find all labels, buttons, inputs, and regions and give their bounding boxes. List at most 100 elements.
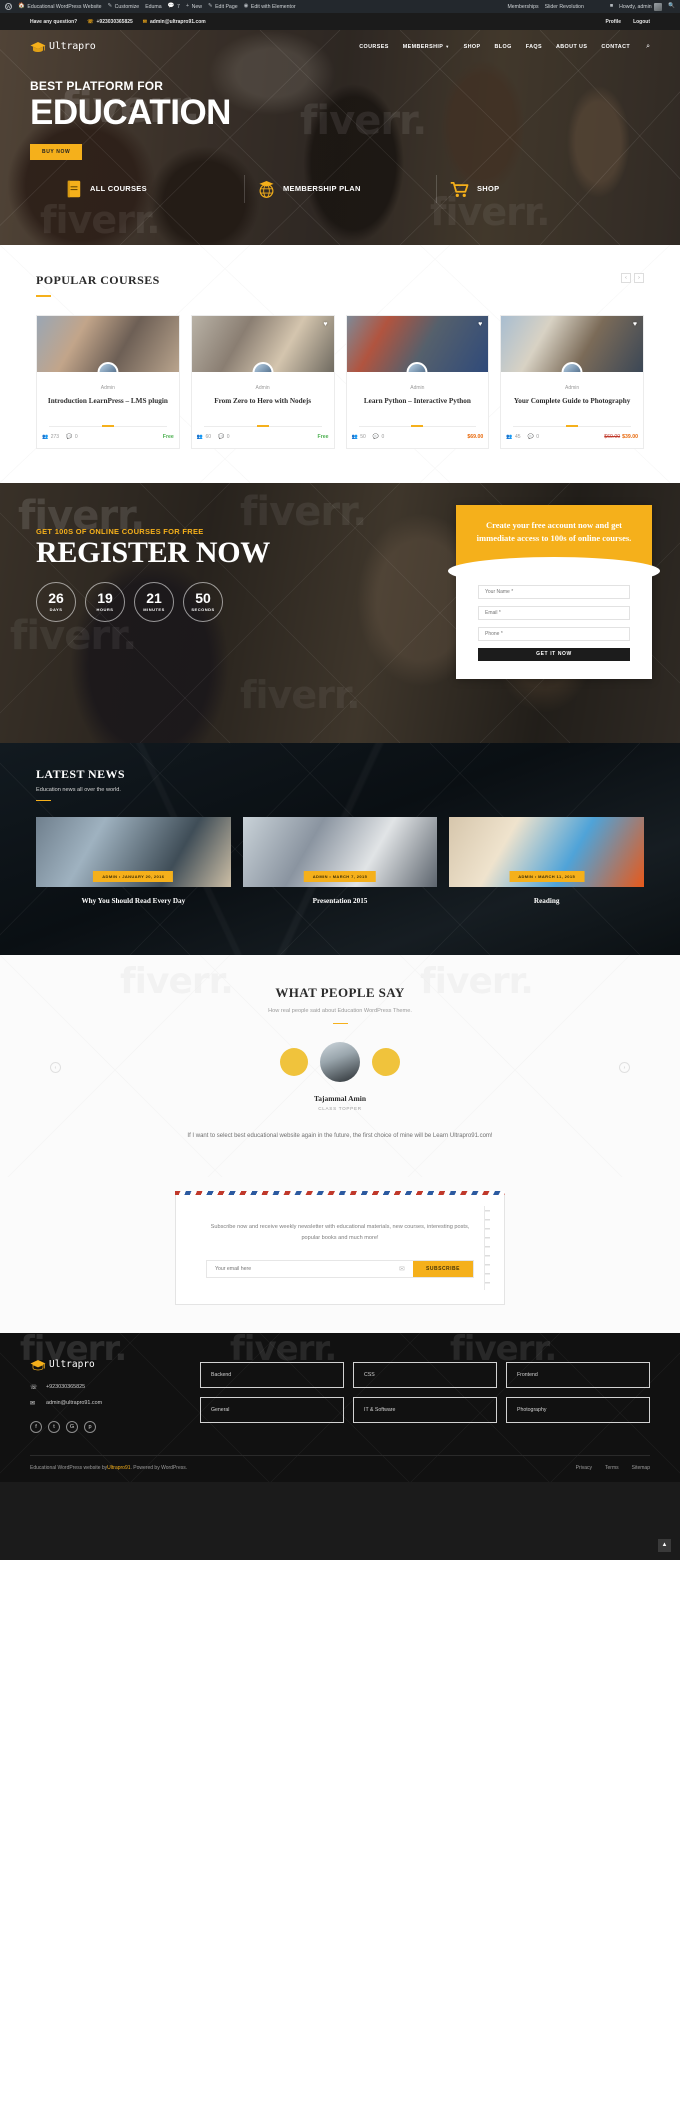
- footer-logo[interactable]: Ultrapro: [30, 1359, 200, 1371]
- footer-category-photography[interactable]: Photography: [506, 1396, 650, 1423]
- post-meta-badge: ADMIN • MARCH 11, 2015: [509, 871, 585, 883]
- profile-link[interactable]: Profile: [606, 19, 622, 25]
- course-students: 👥 273: [42, 434, 59, 440]
- prev-arrow-button[interactable]: ‹: [621, 273, 631, 283]
- nav-item-blog[interactable]: BLOG: [495, 44, 512, 50]
- testimonial-avatar-left[interactable]: [280, 1048, 308, 1077]
- comments-count: 0: [536, 433, 540, 440]
- latest-news-section: LATEST NEWS Education news all over the …: [0, 742, 680, 955]
- email-field[interactable]: [478, 605, 630, 620]
- footer-category-general[interactable]: General: [200, 1396, 344, 1423]
- footer-category-backend[interactable]: Backend: [200, 1361, 344, 1388]
- footer-link-terms[interactable]: Terms: [605, 1465, 619, 1471]
- avatar: [320, 1042, 360, 1083]
- feature-membership-plan[interactable]: MEMBERSHIP PLAN: [244, 171, 436, 207]
- footer-category-css[interactable]: CSS: [353, 1361, 497, 1388]
- footer-category-frontend[interactable]: Frontend: [506, 1361, 650, 1388]
- course-comments: 💬 0: [66, 434, 78, 440]
- nav-item-faqs[interactable]: FAQS: [526, 44, 542, 50]
- topbar-question-label: Have any question?: [30, 18, 78, 25]
- search-icon[interactable]: ⌕: [646, 43, 650, 51]
- news-post[interactable]: ADMIN • MARCH 11, 2015 Reading: [449, 817, 645, 905]
- topbar-phone[interactable]: ☏ +923030365825: [87, 19, 133, 25]
- site-logo[interactable]: Ultrapro: [30, 41, 96, 53]
- newsletter-text: Subscribe now and receive weekly newslet…: [210, 1223, 470, 1241]
- post-date: MARCH 7, 2015: [332, 874, 368, 880]
- comment-icon: 💬: [218, 433, 225, 440]
- adminbar-site[interactable]: 🏠 Educational WordPress Website: [18, 3, 102, 9]
- course-card[interactable]: ♥ Admin Learn Python – Interactive Pytho…: [345, 314, 490, 449]
- newsletter-email-input[interactable]: [207, 1260, 400, 1277]
- next-arrow-button[interactable]: ›: [634, 273, 644, 283]
- course-comments: 💬 0: [528, 434, 540, 440]
- adminbar-edit-page-label: Edit Page: [215, 3, 238, 10]
- nav-item-contact[interactable]: CONTACT: [601, 44, 630, 50]
- topbar-email[interactable]: ✉ admin@ultrapro91.com: [143, 19, 206, 25]
- facebook-icon[interactable]: f: [30, 1420, 42, 1433]
- topbar-question: Have any question?: [30, 19, 77, 25]
- carousel-arrows: ‹ ›: [621, 273, 644, 283]
- footer-phone[interactable]: ☏ +923030365825: [30, 1384, 200, 1391]
- phone-icon: ☏: [30, 1384, 38, 1391]
- testimonial-author-role: CLASS TOPPER: [318, 1106, 362, 1112]
- course-card[interactable]: ♥ Admin From Zero to Hero with Nodejs 👥 6…: [190, 314, 335, 449]
- adminbar-edit-page[interactable]: ✎ Edit Page: [207, 2, 238, 10]
- favorite-icon[interactable]: ♥: [478, 321, 482, 328]
- envelope-icon: ✉: [30, 1400, 36, 1407]
- adminbar-comments[interactable]: 💬 7: [167, 2, 180, 9]
- feature-shop[interactable]: SHOP: [436, 171, 628, 207]
- adminbar-new[interactable]: + New: [186, 3, 202, 9]
- pinterest-icon[interactable]: p: [84, 1420, 96, 1433]
- adminbar-howdy[interactable]: Howdy, admin: [619, 2, 663, 11]
- adminbar-customize[interactable]: ✎ Customize: [108, 3, 140, 9]
- course-title: Learn Python – Interactive Python: [363, 396, 471, 405]
- get-it-now-button[interactable]: GET IT NOW: [478, 647, 630, 661]
- favorite-icon[interactable]: ♥: [323, 321, 327, 328]
- adminbar-eduma[interactable]: Eduma: [145, 4, 161, 10]
- avatar: [654, 2, 663, 11]
- testimonial-avatar-right[interactable]: [372, 1048, 400, 1077]
- buy-now-button[interactable]: BUY NOW: [30, 143, 83, 160]
- footer-link-privacy[interactable]: Privacy: [576, 1465, 592, 1471]
- course-title: From Zero to Hero with Nodejs: [214, 396, 312, 405]
- twitter-icon[interactable]: t: [48, 1420, 60, 1433]
- your-name-field[interactable]: [478, 584, 630, 599]
- title-rule: [332, 1022, 348, 1025]
- nav-item-courses[interactable]: COURSES: [359, 44, 388, 50]
- graduation-cap-icon: [30, 41, 46, 52]
- news-post[interactable]: ADMIN • JANUARY 20, 2016 Why You Should …: [36, 817, 231, 905]
- nav-item-about-us[interactable]: ABOUT US: [556, 44, 587, 50]
- scroll-to-top-button[interactable]: ▲: [658, 1538, 671, 1552]
- course-list: Admin Introduction LearnPress – LMS plug…: [36, 314, 644, 449]
- feature-all-courses[interactable]: ALL COURSES: [52, 171, 244, 207]
- comment-icon: 💬: [167, 2, 175, 9]
- phone-field[interactable]: [478, 626, 630, 641]
- pencil-icon: ✎: [207, 2, 213, 9]
- footer-category-it-software[interactable]: IT & Software: [353, 1396, 497, 1423]
- subscribe-button[interactable]: SUBSCRIBE: [413, 1260, 473, 1277]
- logout-link[interactable]: Logout: [633, 19, 650, 25]
- testimonial-avatars: ‹ ›: [36, 1042, 644, 1083]
- news-post[interactable]: ADMIN • MARCH 7, 2015 Presentation 2015: [242, 817, 438, 905]
- course-card[interactable]: ♥ Admin Your Complete Guide to Photograp…: [500, 314, 644, 449]
- wordpress-logo-icon[interactable]: W: [5, 3, 12, 10]
- google-plus-icon[interactable]: G: [66, 1420, 78, 1433]
- news-subtitle: Education news all over the world.: [36, 786, 121, 793]
- nav-item-shop[interactable]: SHOP: [464, 44, 481, 50]
- testimonial-prev-button[interactable]: ‹: [50, 1062, 61, 1074]
- notification-icon[interactable]: ■: [610, 3, 613, 10]
- nav-item-membership[interactable]: MEMBERSHIP ▼: [403, 44, 450, 50]
- adminbar-edit-elementor[interactable]: ◉ Edit with Elementor: [244, 3, 296, 10]
- hero-title: EDUCATION: [30, 93, 231, 132]
- hero-feature-strip: ALL COURSES MEMBERSHIP PLAN SHOP: [52, 171, 628, 207]
- adminbar-memberships[interactable]: Memberships: [507, 4, 538, 10]
- footer-link-sitemap[interactable]: Sitemap: [632, 1465, 650, 1471]
- search-icon[interactable]: 🔍: [668, 3, 675, 10]
- adminbar-howdy-label: Howdy, admin: [619, 3, 652, 10]
- footer-email[interactable]: ✉ admin@ultrapro91.com: [30, 1400, 200, 1407]
- favorite-icon[interactable]: ♥: [633, 321, 637, 328]
- testimonial-next-button[interactable]: ›: [619, 1062, 630, 1074]
- adminbar-elementor-label: Edit with Elementor: [250, 3, 296, 10]
- adminbar-slider-revolution[interactable]: Slider Revolution: [545, 4, 584, 10]
- course-card[interactable]: Admin Introduction LearnPress – LMS plug…: [36, 314, 180, 449]
